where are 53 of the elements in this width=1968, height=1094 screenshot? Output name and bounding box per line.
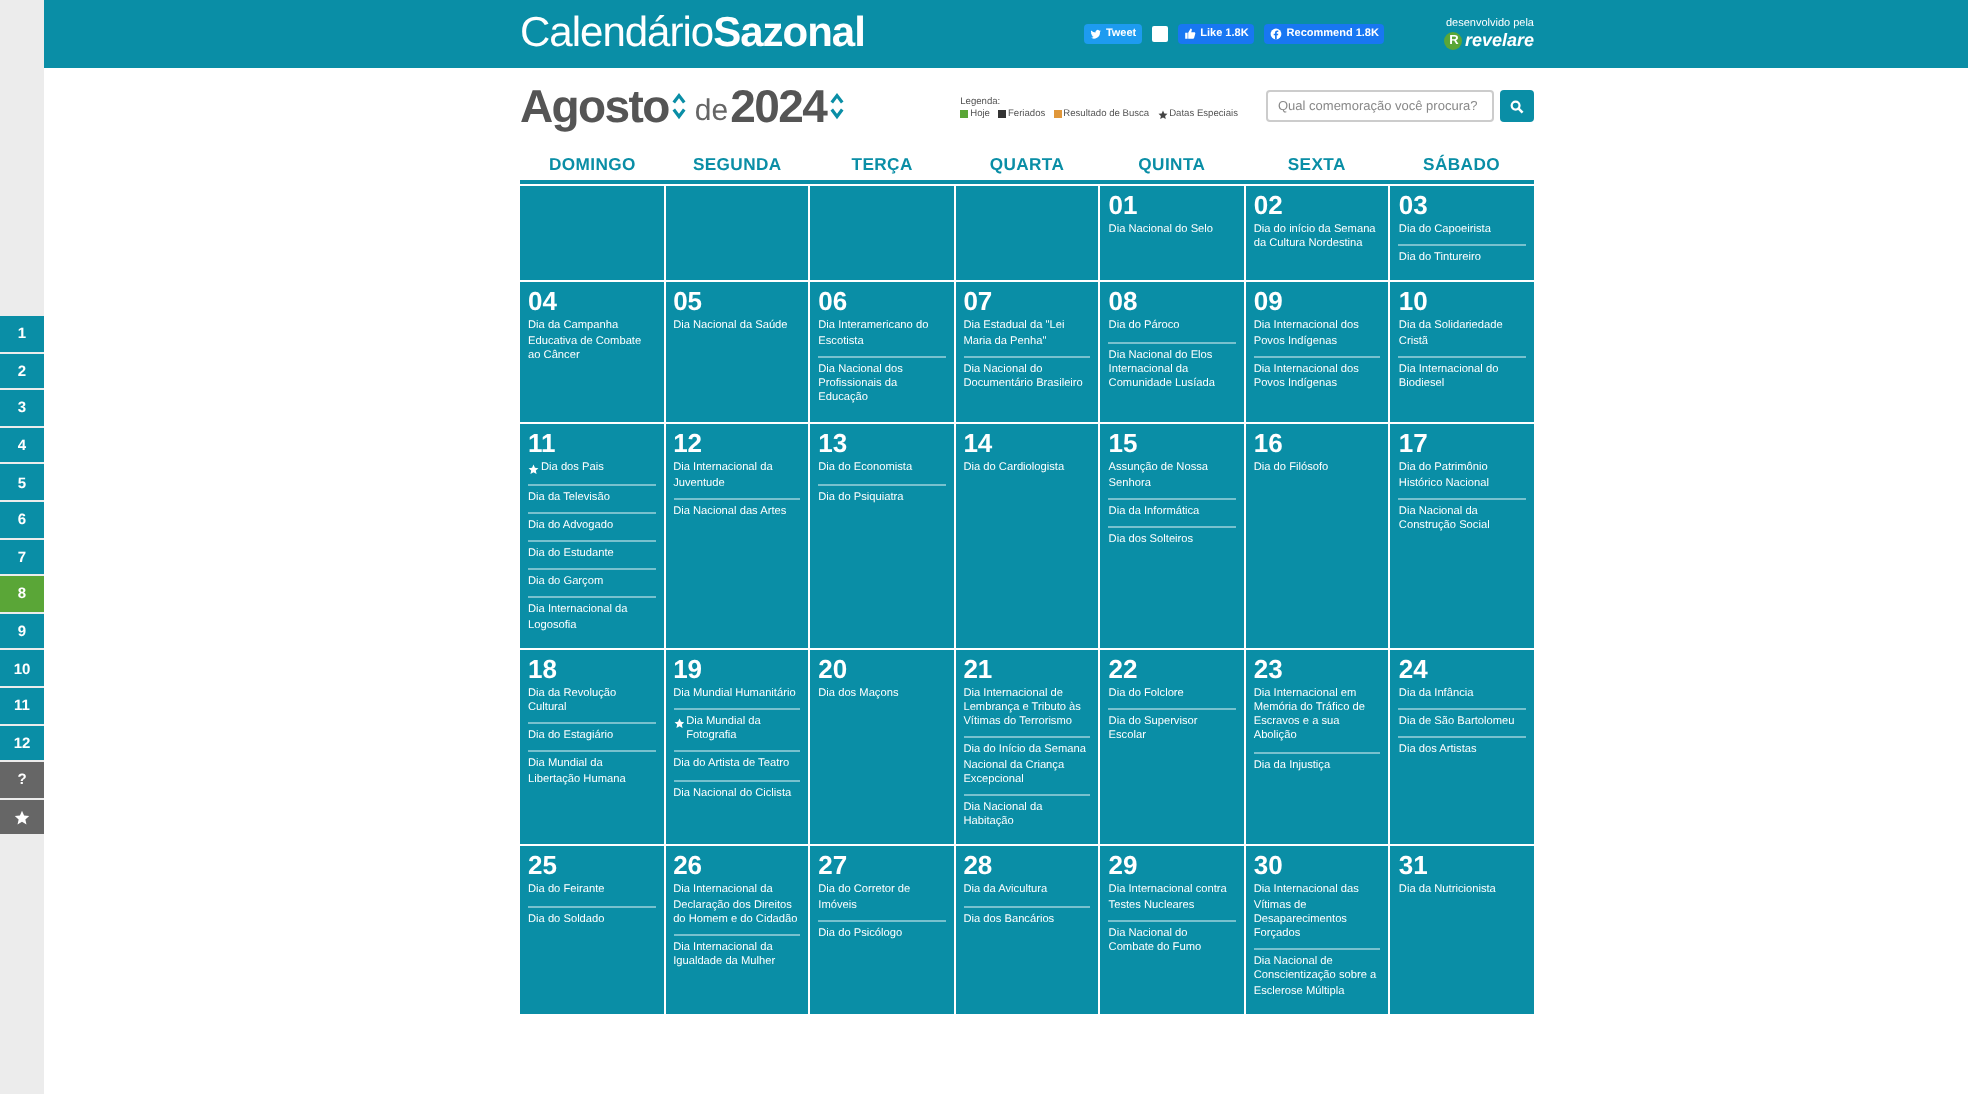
day-number: 12 [673, 428, 705, 459]
weekday-header: QUARTA [987, 153, 1067, 173]
thumbs-up-icon [1184, 28, 1197, 40]
day-number: 27 [818, 850, 850, 881]
day-number: 20 [818, 653, 850, 684]
day-number: 05 [673, 286, 705, 317]
day-number: 01 [1108, 190, 1140, 220]
search-icon [1510, 99, 1524, 113]
day-number: 02 [1253, 190, 1285, 220]
date-joiner: de [694, 94, 729, 128]
day-number: 10 [1398, 286, 1430, 317]
site-logo[interactable]: CalendárioSazonal [520, 10, 865, 58]
weekday-header: SEGUNDA [690, 153, 784, 173]
day-number: 15 [1108, 428, 1140, 459]
day-number: 14 [963, 428, 995, 459]
day-number: 21 [963, 653, 995, 684]
weekday-header: SÁBADO [1421, 153, 1502, 173]
day-number: 04 [528, 286, 559, 317]
facebook-icon [1270, 28, 1283, 40]
day-number: 29 [1108, 850, 1140, 881]
weekday-header: SEXTA [1285, 153, 1348, 173]
day-number: 31 [1398, 850, 1430, 881]
weekday-header: DOMINGO [547, 153, 638, 173]
year-label: 2024 [730, 79, 827, 133]
day-number: 26 [673, 850, 705, 881]
month-stepper-icon[interactable] [672, 92, 687, 120]
day-number: 06 [818, 286, 850, 317]
day-number: 03 [1398, 190, 1430, 220]
weekday-header: TERÇA [849, 153, 915, 173]
brand-name[interactable]: revelare [1464, 30, 1534, 50]
bird-icon [1089, 28, 1102, 40]
day-number: 28 [963, 850, 995, 881]
day-number: 09 [1253, 286, 1285, 317]
year-stepper-icon[interactable] [830, 92, 845, 120]
day-number: 17 [1398, 428, 1430, 459]
day-number: 23 [1253, 653, 1285, 684]
star-icon [1157, 109, 1168, 119]
day-number: 25 [528, 850, 559, 881]
day-number: 19 [673, 653, 705, 684]
day-number: 07 [963, 286, 995, 317]
day-number: 22 [1108, 653, 1140, 684]
day-number: 11 [528, 428, 558, 459]
favorites-tab[interactable] [0, 799, 44, 835]
day-number: 08 [1108, 286, 1140, 317]
day-number: 18 [528, 653, 559, 684]
day-number: 16 [1253, 428, 1285, 459]
search-button[interactable] [1500, 90, 1534, 122]
star-icon [14, 809, 30, 826]
weekday-header: QUINTA [1136, 153, 1208, 173]
day-number: 13 [818, 428, 850, 459]
month-label: Agosto [520, 79, 669, 133]
day-number: 24 [1398, 653, 1430, 684]
day-number: 30 [1253, 850, 1285, 881]
